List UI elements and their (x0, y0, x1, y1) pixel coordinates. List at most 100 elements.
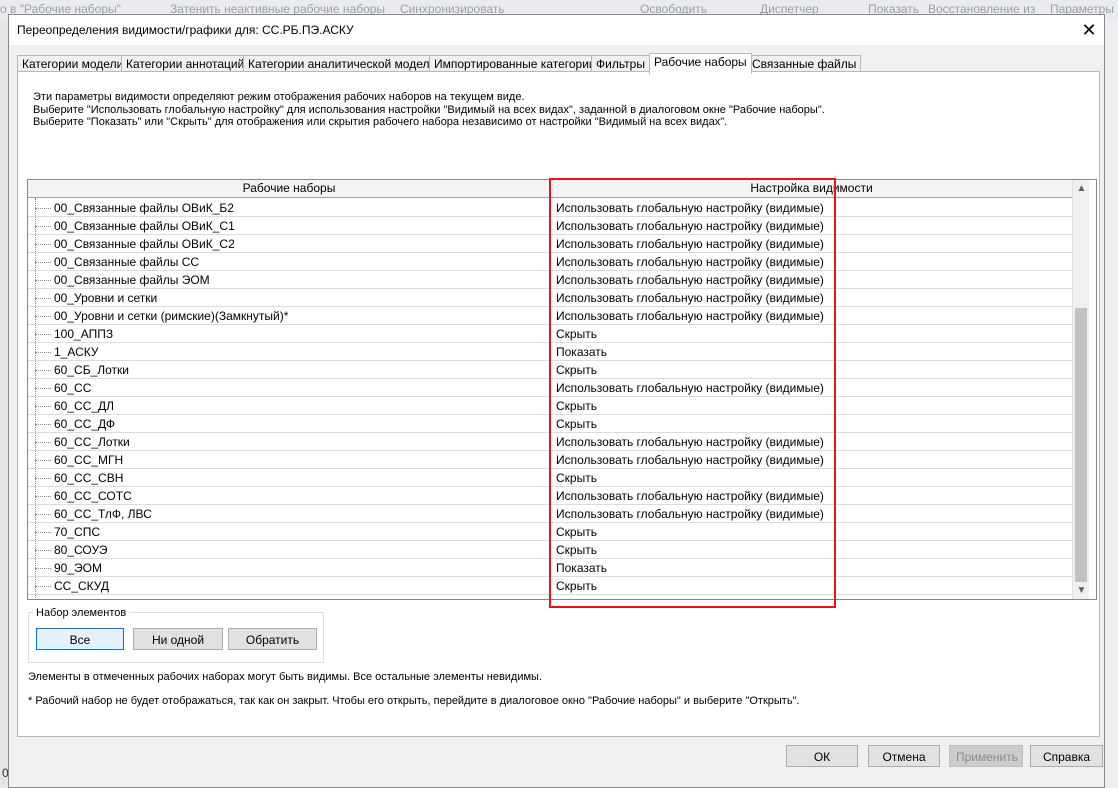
help-button[interactable]: Справка (1030, 745, 1103, 767)
visibility-setting-cell[interactable]: Скрыть (556, 416, 597, 432)
visibility-setting-cell[interactable]: Скрыть (556, 362, 597, 378)
workset-row[interactable]: 100_АППЗ Скрыть (28, 325, 1072, 343)
visibility-graphics-dialog: Переопределения видимости/графики для: С… (8, 14, 1105, 788)
workset-row[interactable]: 00_Связанные файлы ОВиК_С1 Использовать г… (28, 217, 1072, 235)
visibility-setting-cell[interactable]: Показать (556, 344, 607, 360)
visibility-setting-cell[interactable]: Использовать глобальную настройку (видим… (556, 434, 824, 450)
tree-branch-line (35, 388, 51, 389)
column-header-worksets[interactable]: Рабочие наборы (28, 180, 551, 198)
workset-row[interactable]: 60_СБ_Лотки Скрыть (28, 361, 1072, 379)
visibility-setting-cell[interactable]: Использовать глобальную настройку (видим… (556, 452, 824, 468)
tree-branch-line (35, 244, 51, 245)
invert-selection-button[interactable]: Обратить (228, 628, 317, 650)
workset-name-cell: 60_СС_СВН (28, 469, 551, 487)
workset-name-cell: 60_СС_ДФ (28, 415, 551, 433)
title-bar: Переопределения видимости/графики для: С… (9, 15, 1104, 45)
workset-name: 60_СС_Лотки (54, 435, 130, 449)
tree-branch-line (35, 298, 51, 299)
select-none-button[interactable]: Ни одной (133, 628, 223, 650)
workset-name: 60_СС_МГН (54, 453, 124, 467)
tree-branch-line (35, 406, 51, 407)
info-text: Эти параметры видимости определяют режим… (33, 91, 825, 129)
tree-branch-line (35, 226, 51, 227)
workset-row[interactable]: 90_ЭОМ Показать (28, 559, 1072, 577)
workset-row[interactable]: 00_Связанные файлы ЭОМ Использовать глоба… (28, 271, 1072, 289)
visibility-setting-cell[interactable]: Показать (556, 560, 607, 576)
info-line: Выберите "Показать" или "Скрыть" для ото… (33, 116, 728, 128)
tree-branch-line (35, 208, 51, 209)
workset-name: 00_Связанные файлы ОВиК_С1 (54, 219, 235, 233)
closed-workset-note: * Рабочий набор не будет отображаться, т… (28, 695, 800, 707)
workset-name-cell: 60_СС_Лотки (28, 433, 551, 451)
visibility-setting-cell[interactable]: Использовать глобальную настройку (видим… (556, 488, 824, 504)
visibility-setting-cell[interactable]: Использовать глобальную настройку (видим… (556, 200, 824, 216)
workset-row[interactable]: 60_СС_ДЛ Скрыть (28, 397, 1072, 415)
select-all-button[interactable]: Все (36, 628, 124, 650)
workset-row[interactable]: 60_СС_ТлФ, ЛВС Использовать глобальную на… (28, 505, 1072, 523)
workset-name-cell: 00_Связанные файлы ОВиК_С2 (28, 235, 551, 253)
scrollbar-thumb[interactable] (1075, 308, 1087, 582)
workset-name-cell: 00_Уровни и сетки (28, 289, 551, 307)
tree-branch-line (35, 532, 51, 533)
visibility-setting-cell[interactable]: Использовать глобальную настройку (видим… (556, 272, 824, 288)
visibility-setting-cell[interactable]: Использовать глобальную настройку (видим… (556, 506, 824, 522)
workset-name: 00_Уровни и сетки (римские)(Замкнутый)* (54, 309, 289, 323)
worksets-grid: Рабочие наборы Настройка видимости 00_Св… (27, 179, 1097, 600)
workset-name: 60_СС_СВН (54, 471, 124, 485)
workset-name-cell: 60_СС_СОТС (28, 487, 551, 505)
tree-branch-line (35, 442, 51, 443)
scroll-up-icon[interactable]: ▲ (1073, 180, 1090, 197)
workset-row[interactable]: 70_СПС Скрыть (28, 523, 1072, 541)
workset-row[interactable]: 60_СС_МГН Использовать глобальную настрой… (28, 451, 1072, 469)
close-icon[interactable]: ✕ (1074, 15, 1104, 45)
apply-button[interactable]: Применить (949, 745, 1023, 767)
workset-row[interactable]: 60_СС_ДФ Скрыть (28, 415, 1072, 433)
visibility-setting-cell[interactable]: Скрыть (556, 398, 597, 414)
workset-row[interactable]: 00_Уровни и сетки (римские)(Замкнутый)* И… (28, 307, 1072, 325)
workset-row[interactable]: 00_Связанные файлы ОВиК_Б2 Использовать г… (28, 199, 1072, 217)
workset-name: 60_СС_ДЛ (54, 399, 115, 413)
tree-branch-line (35, 280, 51, 281)
workset-row[interactable]: 60_СС Использовать глобальную настройку (… (28, 379, 1072, 397)
visibility-setting-cell[interactable]: Скрыть (556, 542, 597, 558)
workset-row[interactable]: 60_СС_Лотки Использовать глобальную настр… (28, 433, 1072, 451)
tree-branch-line (35, 352, 51, 353)
visibility-setting-cell[interactable]: Скрыть (556, 470, 597, 486)
workset-name-cell: 60_СС_ТлФ, ЛВС (28, 505, 551, 523)
info-line: Эти параметры видимости определяют режим… (33, 91, 525, 103)
workset-name-cell: 00_Связанные файлы ОВиК_С1 (28, 217, 551, 235)
visibility-setting-cell[interactable]: Скрыть (556, 578, 597, 594)
workset-name: 80_СОУЭ (54, 543, 108, 557)
tree-branch-line (35, 496, 51, 497)
column-header-visibility[interactable]: Настройка видимости (551, 180, 1072, 198)
tree-branch-line (35, 478, 51, 479)
visibility-setting-cell[interactable]: Использовать глобальную настройку (видим… (556, 218, 824, 234)
scroll-down-icon[interactable]: ▼ (1073, 582, 1090, 599)
cancel-button[interactable]: Отмена (868, 745, 940, 767)
workset-row[interactable]: 00_Уровни и сетки Использовать глобальную… (28, 289, 1072, 307)
tab-worksets[interactable]: Рабочие наборы (649, 53, 752, 74)
workset-name-cell: СС_СКУД (28, 577, 551, 595)
workset-name-cell: 100_АППЗ (28, 325, 551, 343)
visibility-setting-cell[interactable]: Скрыть (556, 326, 597, 342)
visibility-setting-cell[interactable]: Использовать глобальную настройку (видим… (556, 308, 824, 324)
workset-name: 60_СБ_Лотки (54, 363, 129, 377)
workset-row[interactable]: 1_АСКУ Показать (28, 343, 1072, 361)
visibility-setting-cell[interactable]: Использовать глобальную настройку (видим… (556, 236, 824, 252)
workset-row[interactable]: 60_СС_СОТС Использовать глобальную настро… (28, 487, 1072, 505)
tree-branch-line (35, 370, 51, 371)
visibility-setting-cell[interactable]: Использовать глобальную настройку (видим… (556, 380, 824, 396)
visibility-setting-cell[interactable]: Использовать глобальную настройку (видим… (556, 254, 824, 270)
workset-name: 60_СС_ДФ (54, 417, 116, 431)
workset-row[interactable]: 00_Связанные файлы СС Использовать глобал… (28, 253, 1072, 271)
workset-row[interactable]: 80_СОУЭ Скрыть (28, 541, 1072, 559)
workset-row[interactable]: СС_СКУД Скрыть (28, 577, 1072, 595)
workset-name-cell: 60_СС_ДЛ (28, 397, 551, 415)
ok-button[interactable]: ОК (786, 745, 858, 767)
workset-row[interactable]: 00_Связанные файлы ОВиК_С2 Использовать г… (28, 235, 1072, 253)
workset-name-cell: 00_Связанные файлы СС (28, 253, 551, 271)
visibility-setting-cell[interactable]: Скрыть (556, 524, 597, 540)
workset-row[interactable]: 60_СС_СВН Скрыть (28, 469, 1072, 487)
visibility-setting-cell[interactable]: Использовать глобальную настройку (видим… (556, 290, 824, 306)
vertical-scrollbar[interactable]: ▲ ▼ (1072, 180, 1089, 599)
